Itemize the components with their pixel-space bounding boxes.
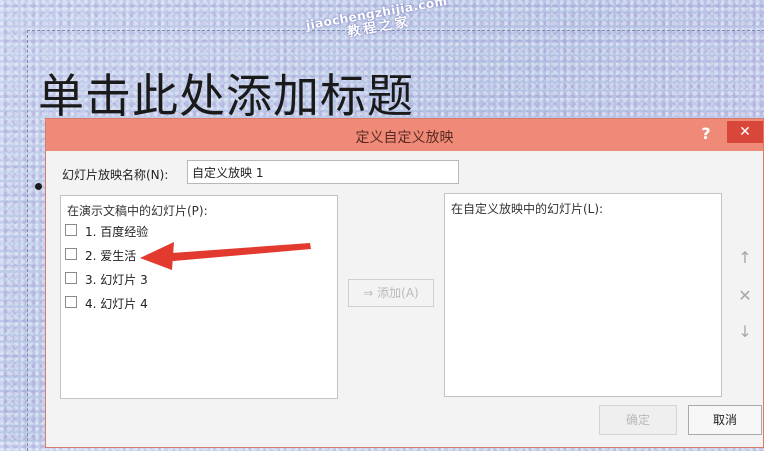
show-name-label: 幻灯片放映名称(N): <box>62 168 169 182</box>
checkbox[interactable] <box>65 248 77 260</box>
move-down-button[interactable]: ↓ <box>732 319 758 345</box>
cancel-button[interactable]: 取消 <box>688 405 762 435</box>
close-button[interactable]: ✕ <box>727 121 763 143</box>
custom-show-dialog: 定义自定义放映 ? ✕ 幻灯片放映名称(N): 在演示文稿中的幻灯片(P): 1… <box>45 118 764 448</box>
slide-title-placeholder[interactable]: 单击此处添加标题 <box>38 60 414 126</box>
presentation-slides-header: 在演示文稿中的幻灯片(P): <box>67 204 208 218</box>
remove-button[interactable]: ✕ <box>732 283 758 309</box>
list-item-label: 2. 爱生活 <box>85 249 137 263</box>
checkbox[interactable] <box>65 224 77 236</box>
list-item-label: 3. 幻灯片 3 <box>85 273 148 287</box>
help-button[interactable]: ? <box>695 122 717 146</box>
checkbox[interactable] <box>65 296 77 308</box>
move-up-button[interactable]: ↑ <box>732 245 758 271</box>
list-item-label: 4. 幻灯片 4 <box>85 297 148 311</box>
presentation-slides-list[interactable]: 在演示文稿中的幻灯片(P): 1. 百度经验 2. 爱生活 3. 幻灯片 3 4… <box>60 195 338 399</box>
list-item-label: 1. 百度经验 <box>85 225 149 239</box>
show-name-input[interactable] <box>187 160 459 184</box>
custom-show-slides-list[interactable]: 在自定义放映中的幻灯片(L): <box>444 193 722 397</box>
checkbox[interactable] <box>65 272 77 284</box>
ok-button[interactable]: 确定 <box>599 405 677 435</box>
dialog-titlebar[interactable]: 定义自定义放映 ? ✕ <box>46 119 763 151</box>
custom-show-slides-header: 在自定义放映中的幻灯片(L): <box>451 202 604 216</box>
dialog-title: 定义自定义放映 <box>355 130 454 146</box>
add-button[interactable]: ⇒ 添加(A) <box>348 279 434 307</box>
bullet-point <box>35 183 42 190</box>
